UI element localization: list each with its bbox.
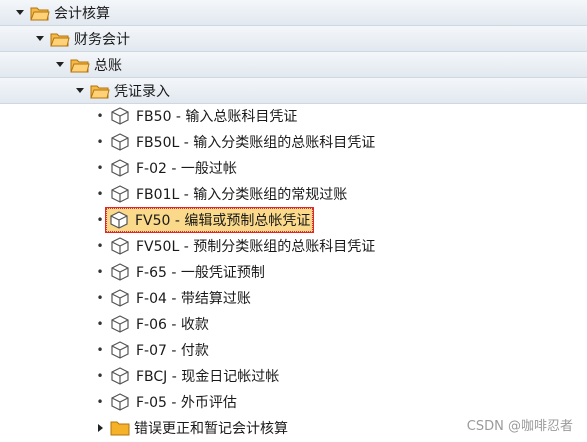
folder-open-icon	[50, 33, 70, 46]
tree-item-label: F-07 - 付款	[136, 343, 209, 359]
transaction-cube-icon	[111, 393, 129, 411]
tree-item-transaction[interactable]: • FB50 - 输入总账科目凭证	[0, 103, 587, 129]
transaction-cube-icon	[111, 341, 129, 359]
bullet-icon: •	[96, 239, 104, 253]
transaction-cube-icon	[110, 211, 128, 229]
tree-item-label: FB50 - 输入总账科目凭证	[136, 109, 298, 125]
tree-item-label: F-05 - 外币评估	[136, 395, 237, 411]
transaction-cube-icon	[111, 159, 129, 177]
transaction-cube-icon	[111, 237, 129, 255]
expand-arrow-icon[interactable]	[14, 7, 26, 19]
transaction-cube-icon	[111, 367, 129, 385]
expand-arrow-icon[interactable]	[34, 33, 46, 45]
bullet-icon: •	[96, 291, 104, 305]
tree-item-label: FBCJ - 现金日记帐过帐	[136, 369, 280, 385]
transaction-cube-icon	[111, 263, 129, 281]
bullet-icon: •	[96, 161, 104, 175]
tree-item-transaction[interactable]: • F-06 - 收款	[0, 311, 587, 337]
tree-item-transaction[interactable]: • FB50L - 输入分类账组的总账科目凭证	[0, 129, 587, 155]
watermark-text: CSDN @咖啡忍者	[466, 419, 573, 434]
bullet-icon: •	[96, 109, 104, 123]
tree-node-label: 凭证录入	[114, 83, 170, 100]
tree-item-label: FB50L - 输入分类账组的总账科目凭证	[136, 135, 376, 151]
expand-arrow-icon[interactable]	[74, 85, 86, 97]
tree-item-transaction[interactable]: • F-65 - 一般凭证预制	[0, 259, 587, 285]
tree-node-kuaijihesuan[interactable]: 会计核算	[0, 0, 587, 26]
bullet-icon: •	[96, 213, 104, 227]
tree-item-transaction-selected[interactable]: • FV50 - 编辑或预制总帐凭证	[0, 207, 587, 233]
tree-item-transaction[interactable]: • F-05 - 外币评估	[0, 389, 587, 415]
folder-open-icon	[70, 59, 90, 72]
bullet-icon: •	[96, 369, 104, 383]
bullet-icon: •	[96, 317, 104, 331]
tree-node-label: 总账	[94, 57, 122, 74]
tree-item-transaction[interactable]: • F-02 - 一般过帐	[0, 155, 587, 181]
tree-item-label: F-06 - 收款	[136, 317, 209, 333]
tree-item-transaction[interactable]: • F-04 - 带结算过账	[0, 285, 587, 311]
tree-item-label: F-02 - 一般过帐	[136, 161, 237, 177]
bullet-icon: •	[96, 343, 104, 357]
tree-node-label: 会计核算	[54, 5, 110, 22]
tree-item-label: FV50 - 编辑或预制总帐凭证	[135, 213, 311, 229]
bullet-icon: •	[96, 187, 104, 201]
tree-node-zongzhang[interactable]: 总账	[0, 52, 587, 78]
tree-item-label: F-04 - 带结算过账	[136, 291, 251, 307]
tree-node-pingzhengluru[interactable]: 凭证录入	[0, 78, 587, 104]
bullet-icon: •	[96, 135, 104, 149]
folder-closed-icon	[110, 421, 130, 436]
tree-item-transaction[interactable]: • FBCJ - 现金日记帐过帐	[0, 363, 587, 389]
tree-node-label: 财务会计	[74, 31, 130, 48]
bullet-icon: •	[96, 395, 104, 409]
tree-node-caiwukuaiji[interactable]: 财务会计	[0, 26, 587, 52]
selection-highlight[interactable]: FV50 - 编辑或预制总帐凭证	[104, 207, 315, 233]
tree-item-transaction[interactable]: • FB01L - 输入分类账组的常规过账	[0, 181, 587, 207]
tree-node-label: 错误更正和暂记会计核算	[134, 421, 288, 437]
transaction-cube-icon	[111, 289, 129, 307]
tree-item-label: FV50L - 预制分类账组的总账科目凭证	[136, 239, 376, 255]
transaction-cube-icon	[111, 107, 129, 125]
transaction-cube-icon	[111, 315, 129, 333]
tree-item-label: FB01L - 输入分类账组的常规过账	[136, 187, 348, 203]
collapse-arrow-icon[interactable]	[94, 422, 106, 434]
expand-arrow-icon[interactable]	[54, 59, 66, 71]
tree-item-transaction[interactable]: • F-07 - 付款	[0, 337, 587, 363]
transaction-cube-icon	[111, 185, 129, 203]
transaction-cube-icon	[111, 133, 129, 151]
tree-item-label: F-65 - 一般凭证预制	[136, 265, 265, 281]
tree-item-transaction[interactable]: • FV50L - 预制分类账组的总账科目凭证	[0, 233, 587, 259]
bullet-icon: •	[96, 265, 104, 279]
folder-open-icon	[30, 7, 50, 20]
folder-open-icon	[90, 85, 110, 98]
